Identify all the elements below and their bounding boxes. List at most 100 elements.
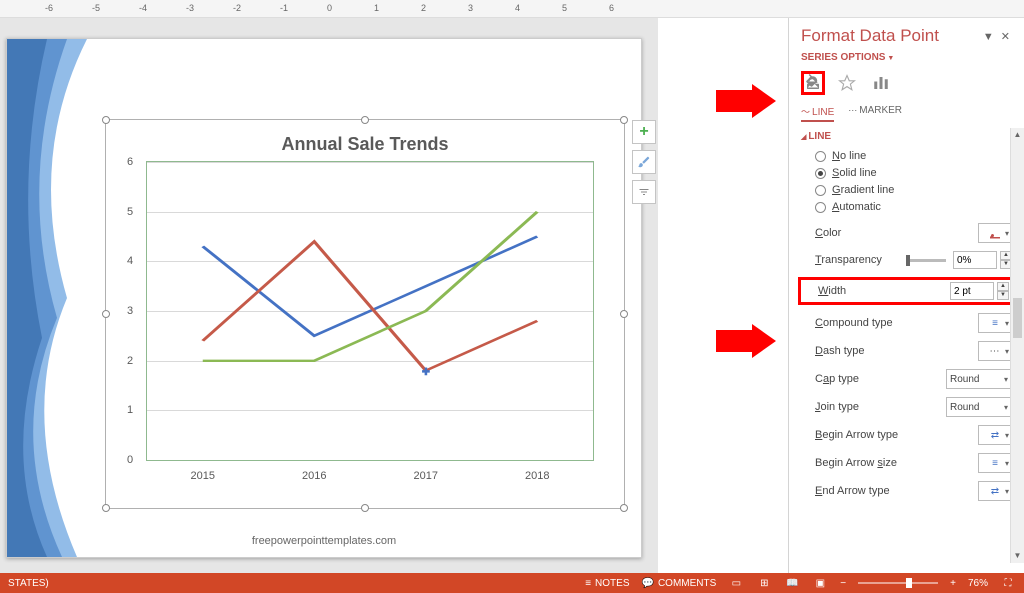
status-left-text: STATES): [8, 578, 49, 589]
line-sub-tab[interactable]: 〜LINE: [801, 105, 834, 122]
begin-arrow-type-label: Begin Arrow type: [815, 429, 898, 441]
zoom-level[interactable]: 76%: [968, 578, 988, 589]
notes-button[interactable]: ≡NOTES: [585, 578, 629, 589]
slide-background-wave: [7, 39, 87, 557]
y-axis-label: 4: [127, 255, 133, 267]
slideshow-icon[interactable]: ▣: [812, 576, 828, 590]
zoom-slider[interactable]: [858, 582, 938, 584]
chart-add-element-button[interactable]: +: [632, 120, 656, 144]
ruler-mark: 5: [562, 3, 567, 13]
ruler-mark: 0: [327, 3, 332, 13]
status-bar: STATES) ≡NOTES 💬COMMENTS ▭ ⊞ 📖 ▣ − + 76%…: [0, 573, 1024, 593]
selection-handle[interactable]: [102, 504, 110, 512]
comments-button[interactable]: 💬COMMENTS: [642, 578, 717, 589]
x-axis-label: 2015: [191, 470, 215, 482]
selection-handle[interactable]: [620, 310, 628, 318]
slide[interactable]: Annual Sale Trends 6 5 4 3 2 1 0 2015 20…: [6, 38, 642, 558]
width-label: Width: [818, 285, 846, 297]
color-picker-button[interactable]: [978, 223, 1012, 243]
ruler-mark: 3: [468, 3, 473, 13]
y-axis-label: 2: [127, 355, 133, 367]
zoom-out-button[interactable]: −: [840, 578, 846, 589]
ruler-mark: 2: [421, 3, 426, 13]
zoom-in-button[interactable]: +: [950, 578, 956, 589]
y-axis-label: 5: [127, 206, 133, 218]
ruler-mark: -6: [45, 3, 53, 13]
begin-arrow-size-dropdown[interactable]: ≡: [978, 453, 1012, 473]
dash-type-row: Dash type ⋯: [801, 341, 1012, 361]
ruler-mark: 6: [609, 3, 614, 13]
chart-styles-button[interactable]: [632, 150, 656, 174]
slide-editor-area[interactable]: Annual Sale Trends 6 5 4 3 2 1 0 2015 20…: [0, 18, 658, 573]
pane-scrollbar[interactable]: ▲ ▼: [1010, 128, 1024, 563]
slide-sorter-icon[interactable]: ⊞: [756, 576, 772, 590]
y-axis-label: 0: [127, 454, 133, 466]
fit-to-window-icon[interactable]: ⛶: [1000, 576, 1016, 590]
begin-arrow-type-dropdown[interactable]: ⇄: [978, 425, 1012, 445]
join-type-label: Join type: [815, 401, 859, 413]
end-arrow-type-label: End Arrow type: [815, 485, 890, 497]
gradient-line-radio[interactable]: Gradient line: [815, 184, 1012, 196]
series-options-dropdown[interactable]: SERIES OPTIONS: [801, 52, 1012, 63]
selection-handle[interactable]: [620, 504, 628, 512]
width-input[interactable]: [950, 282, 994, 300]
transparency-label: Transparency: [815, 254, 882, 266]
selection-handle[interactable]: [361, 504, 369, 512]
chart-object[interactable]: Annual Sale Trends 6 5 4 3 2 1 0 2015 20…: [105, 119, 625, 509]
y-axis-label: 6: [127, 156, 133, 168]
end-arrow-type-row: End Arrow type ⇄: [801, 481, 1012, 501]
begin-arrow-size-label: Begin Arrow size: [815, 457, 897, 469]
ruler-mark: -1: [280, 3, 288, 13]
chart-filter-button[interactable]: [632, 180, 656, 204]
reading-view-icon[interactable]: 📖: [784, 576, 800, 590]
slide-footer-text: freepowerpointtemplates.com: [7, 535, 641, 547]
y-axis-label: 3: [127, 305, 133, 317]
chart-plot-area[interactable]: 6 5 4 3 2 1 0 2015 2016 2017 2018: [146, 161, 594, 461]
join-type-row: Join type Round: [801, 397, 1012, 417]
scroll-down-icon[interactable]: ▼: [1011, 549, 1024, 563]
selection-handle[interactable]: [361, 116, 369, 124]
transparency-slider[interactable]: [906, 259, 946, 262]
chart-title[interactable]: Annual Sale Trends: [106, 120, 624, 161]
red-arrow-icon: [716, 84, 776, 118]
scroll-thumb[interactable]: [1013, 298, 1022, 338]
pane-title: Format Data Point: [801, 26, 939, 46]
normal-view-icon[interactable]: ▭: [728, 576, 744, 590]
chart-tools: +: [632, 120, 656, 204]
solid-line-radio[interactable]: Solid line: [815, 167, 1012, 179]
ruler-mark: -4: [139, 3, 147, 13]
effects-tab-icon[interactable]: [835, 71, 859, 95]
compound-type-dropdown[interactable]: ≡: [978, 313, 1012, 333]
x-axis-label: 2018: [525, 470, 549, 482]
transparency-input[interactable]: [953, 251, 997, 269]
width-row: Width ▲▼: [798, 277, 1015, 305]
no-line-radio[interactable]: No line: [815, 150, 1012, 162]
fill-line-tab-icon[interactable]: [801, 71, 825, 95]
width-spinner[interactable]: ▲▼: [997, 282, 1009, 300]
cap-type-row: Cap type Round: [801, 369, 1012, 389]
series-options-tab-icon[interactable]: [869, 71, 893, 95]
line-section-header[interactable]: LINE: [801, 131, 1012, 142]
horizontal-ruler: -6 -5 -4 -3 -2 -1 0 1 2 3 4 5 6: [0, 0, 1024, 18]
annotation-layer: [658, 18, 788, 573]
pane-category-tabs: [801, 71, 1012, 95]
marker-sub-tab[interactable]: ⋯MARKER: [848, 105, 902, 122]
color-row: Color: [801, 223, 1012, 243]
pane-close-button[interactable]: ▼ ✕: [983, 30, 1012, 43]
color-label: Color: [815, 227, 841, 239]
dash-type-dropdown[interactable]: ⋯: [978, 341, 1012, 361]
cap-type-select[interactable]: Round: [946, 369, 1012, 389]
end-arrow-type-dropdown[interactable]: ⇄: [978, 481, 1012, 501]
format-data-point-pane: Format Data Point ▼ ✕ SERIES OPTIONS 〜LI…: [788, 18, 1024, 573]
selection-handle[interactable]: [102, 310, 110, 318]
selection-handle[interactable]: [620, 116, 628, 124]
y-axis-label: 1: [127, 404, 133, 416]
scroll-up-icon[interactable]: ▲: [1011, 128, 1024, 142]
selection-handle[interactable]: [102, 116, 110, 124]
cap-type-label: Cap type: [815, 373, 859, 385]
x-axis-label: 2016: [302, 470, 326, 482]
automatic-radio[interactable]: Automatic: [815, 201, 1012, 213]
join-type-select[interactable]: Round: [946, 397, 1012, 417]
chart-lines[interactable]: [147, 162, 593, 460]
ruler-mark: 1: [374, 3, 379, 13]
